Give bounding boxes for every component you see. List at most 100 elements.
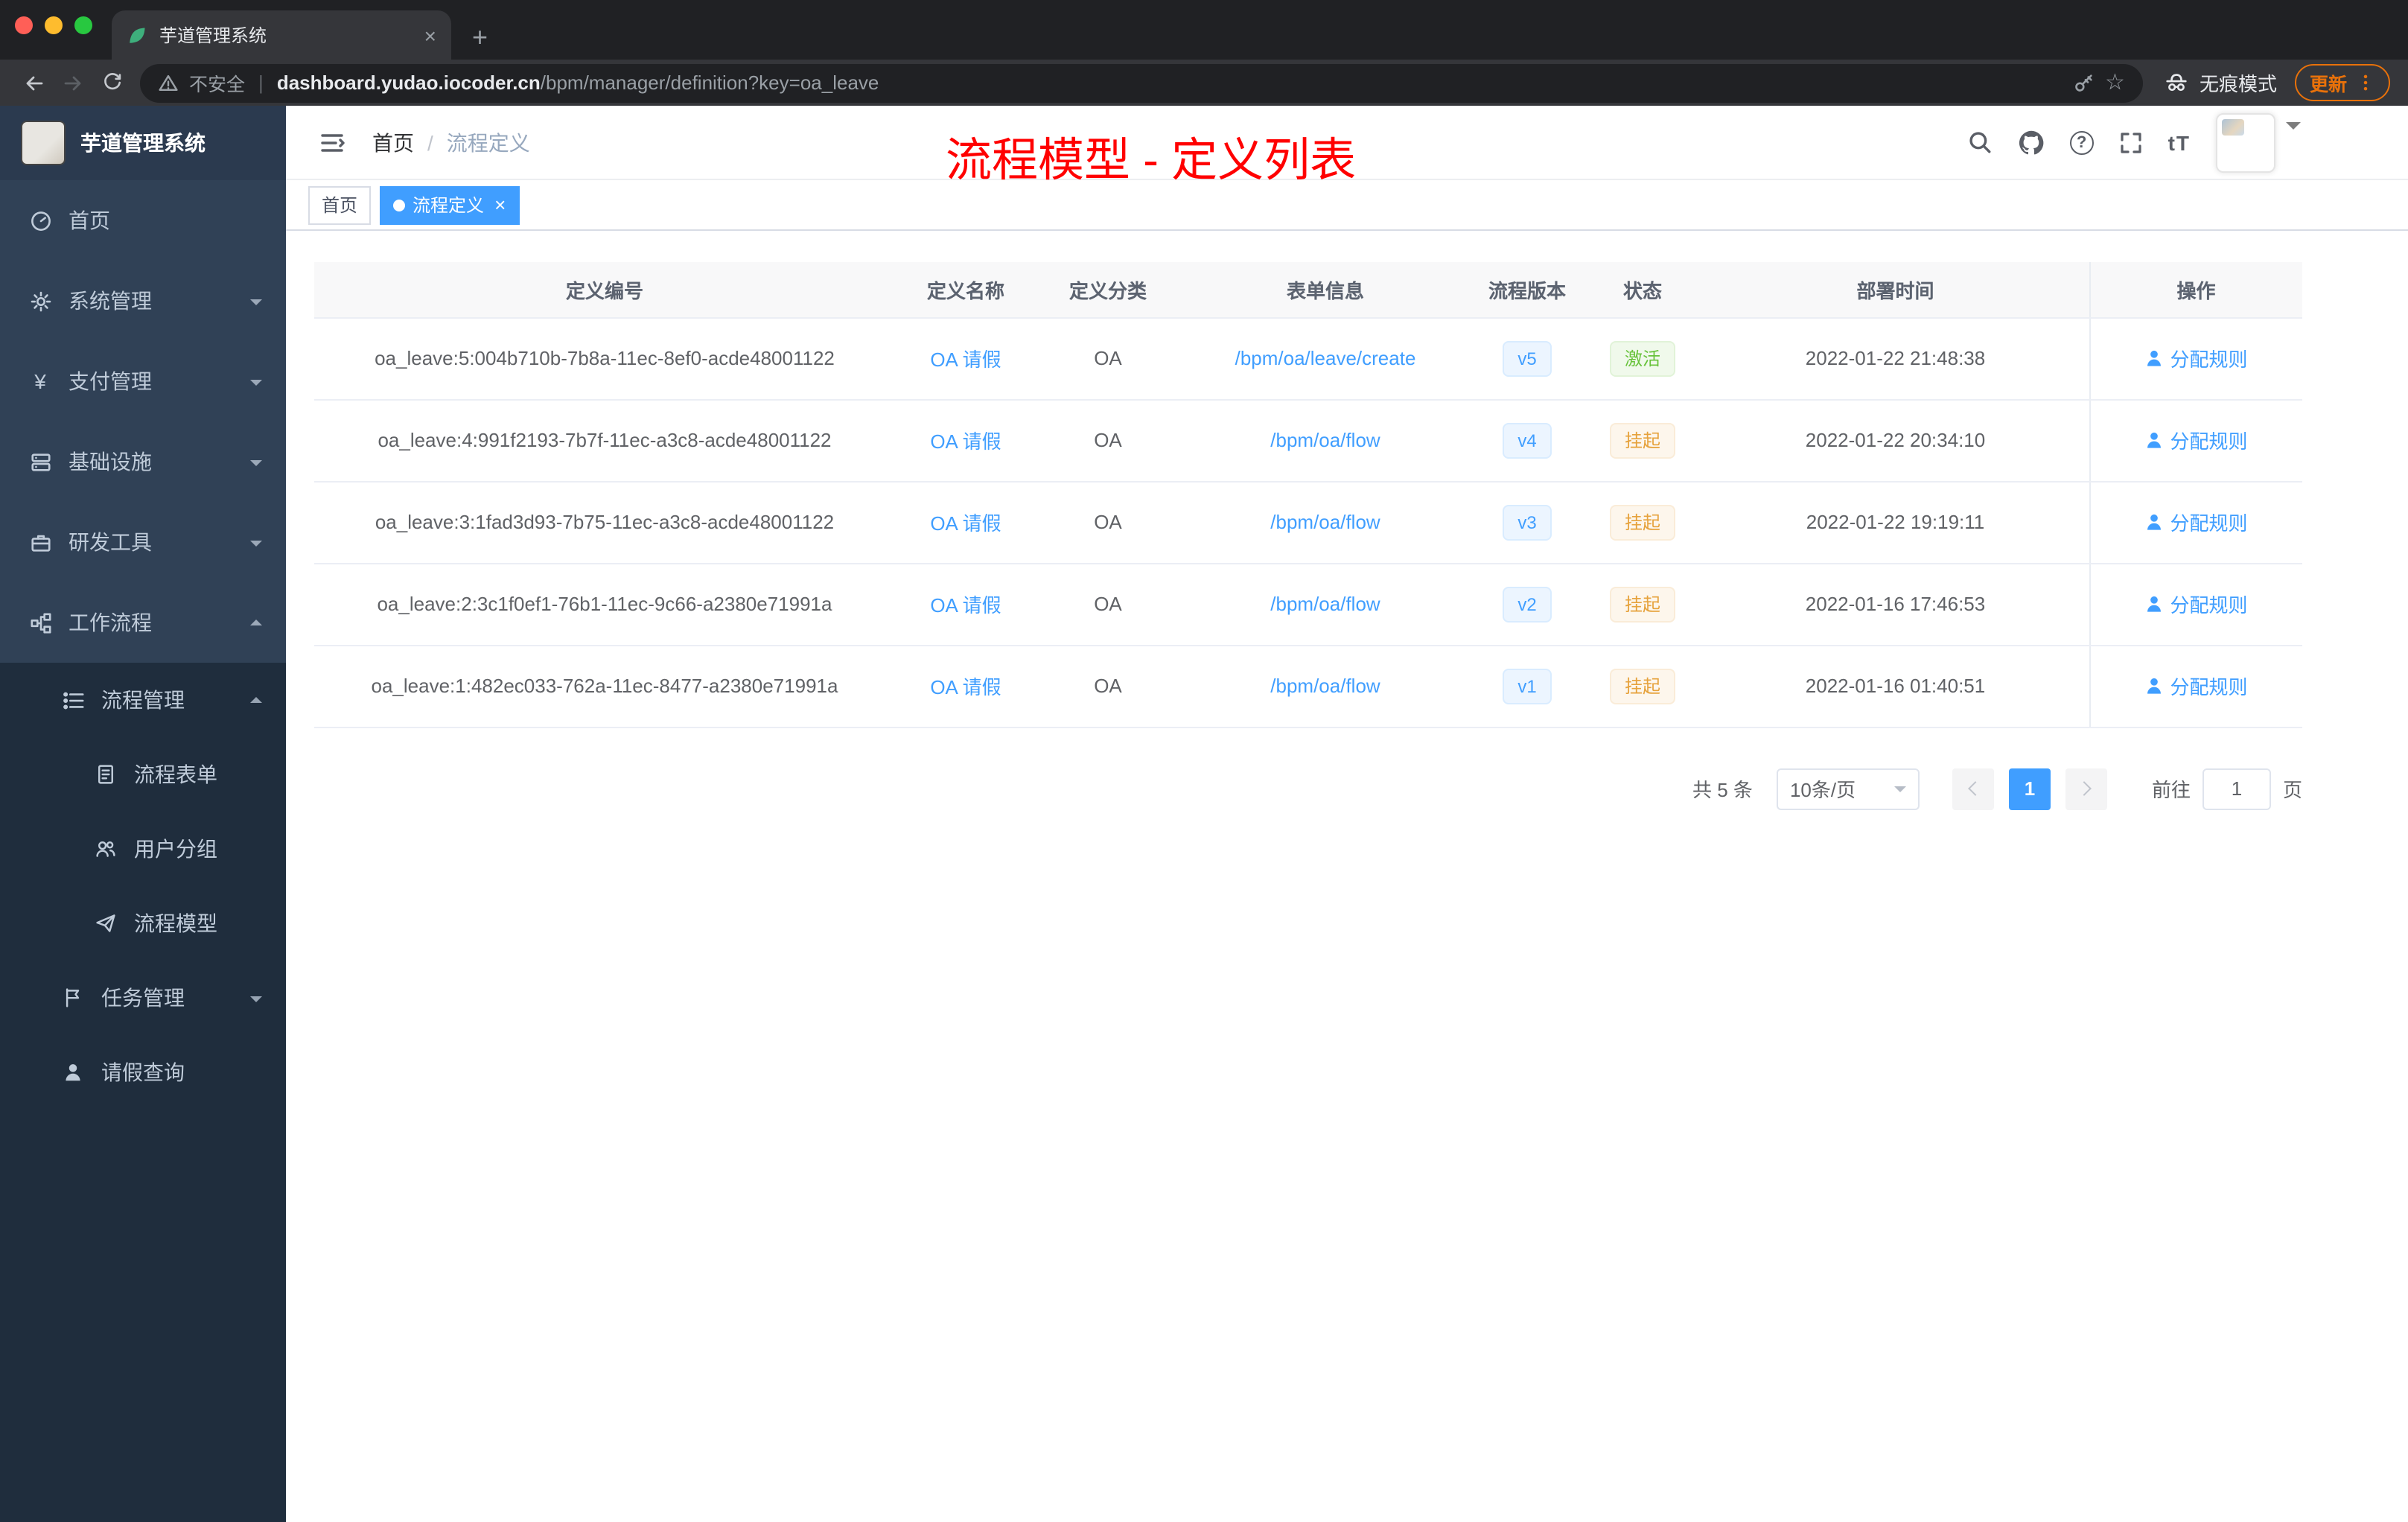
- cell-deploy-time: 2022-01-16 01:40:51: [1702, 645, 2089, 727]
- hamburger-icon[interactable]: [307, 129, 360, 156]
- password-key-icon[interactable]: [2072, 71, 2095, 94]
- assign-rule-link[interactable]: 分配规则: [2144, 672, 2248, 700]
- browser-toolbar: 不安全 | dashboard.yudao.iocoder.cn/bpm/man…: [0, 60, 2408, 106]
- cell-definition-id: oa_leave:5:004b710b-7b8a-11ec-8ef0-acde4…: [314, 317, 895, 400]
- window-minimize-button[interactable]: [45, 16, 63, 34]
- cell-deploy-time: 2022-01-22 19:19:11: [1702, 481, 2089, 564]
- sidebar-item-process-form[interactable]: 流程表单: [0, 737, 286, 812]
- github-icon[interactable]: [2018, 129, 2045, 156]
- column-header: 定义分类: [1036, 262, 1179, 318]
- definition-name-link[interactable]: OA 请假: [930, 348, 1001, 371]
- app-navbar: 首页 / 流程定义 ? tT: [286, 106, 2408, 180]
- sidebar-item-task-management[interactable]: 任务管理: [0, 961, 286, 1035]
- sidebar-item-payment[interactable]: ¥ 支付管理: [0, 341, 286, 421]
- window-close-button[interactable]: [15, 16, 33, 34]
- sidebar-item-label: 研发工具: [69, 530, 152, 554]
- tag-process-definition[interactable]: 流程定义 ×: [380, 185, 520, 224]
- goto-page-input[interactable]: [2202, 768, 2271, 809]
- update-button[interactable]: 更新: [2294, 64, 2390, 101]
- url-separator: |: [258, 71, 264, 94]
- table-row: oa_leave:1:482ec033-762a-11ec-8477-a2380…: [314, 645, 2302, 727]
- browser-tab[interactable]: 芋道管理系统 ×: [112, 10, 451, 60]
- chevron-down-icon: [250, 996, 262, 1007]
- back-button[interactable]: [15, 63, 54, 102]
- tag-label: 流程定义: [413, 195, 485, 216]
- user-avatar[interactable]: [2216, 112, 2275, 172]
- sidebar-item-process-management[interactable]: 流程管理: [0, 663, 286, 737]
- table-header-row: 定义编号 定义名称 定义分类 表单信息 流程版本 状态 部署时间 操作: [314, 262, 2302, 318]
- select-caret-icon: [1893, 786, 1906, 797]
- forward-button[interactable]: [54, 63, 92, 102]
- user-menu[interactable]: [2216, 112, 2301, 172]
- page-size-value: 10条/页: [1789, 779, 1856, 801]
- security-label: 不安全: [189, 74, 246, 95]
- assign-rule-link[interactable]: 分配规则: [2144, 590, 2248, 618]
- tab-strip: 芋道管理系统 × +: [0, 0, 2408, 60]
- fullscreen-icon[interactable]: [2119, 130, 2143, 154]
- definition-name-link[interactable]: OA 请假: [930, 512, 1001, 535]
- form-link[interactable]: /bpm/oa/flow: [1270, 675, 1380, 697]
- form-link[interactable]: /bpm/oa/flow: [1270, 429, 1380, 451]
- sidebar-item-label: 流程表单: [134, 762, 217, 786]
- incognito-icon: [2164, 70, 2189, 95]
- definition-name-link[interactable]: OA 请假: [930, 430, 1001, 453]
- user-icon: [2147, 350, 2162, 366]
- sidebar-item-user-group[interactable]: 用户分组: [0, 812, 286, 886]
- form-link[interactable]: /bpm/oa/flow: [1270, 511, 1380, 533]
- tag-home[interactable]: 首页: [308, 185, 372, 224]
- search-icon[interactable]: [1967, 130, 1993, 155]
- form-link[interactable]: /bpm/oa/leave/create: [1235, 347, 1416, 369]
- tab-close-icon[interactable]: ×: [424, 25, 436, 45]
- version-badge: v3: [1503, 504, 1552, 540]
- paper-plane-icon: [94, 913, 118, 934]
- sidebar-item-label: 系统管理: [69, 289, 152, 313]
- user-icon: [2147, 514, 2162, 530]
- table-row: oa_leave:4:991f2193-7b7f-11ec-a3c8-acde4…: [314, 399, 2302, 482]
- tag-close-icon[interactable]: ×: [494, 195, 506, 214]
- update-label: 更新: [2309, 74, 2347, 95]
- breadcrumb-home[interactable]: 首页: [372, 127, 414, 157]
- help-icon[interactable]: ?: [2069, 130, 2094, 154]
- chevron-down-icon: [250, 379, 262, 391]
- assign-rule-link[interactable]: 分配规则: [2144, 426, 2248, 454]
- new-tab-button[interactable]: +: [472, 24, 488, 51]
- status-badge: 挂起: [1609, 422, 1675, 458]
- definition-name-link[interactable]: OA 请假: [930, 594, 1001, 617]
- page-content: 定义编号 定义名称 定义分类 表单信息 流程版本 状态 部署时间 操作 oa_l: [286, 231, 2408, 1522]
- menu-dots-icon: [2356, 73, 2375, 92]
- sidebar-logo[interactable]: 芋道管理系统: [0, 106, 286, 180]
- sidebar-item-home[interactable]: 首页: [0, 180, 286, 261]
- assign-rule-link[interactable]: 分配规则: [2144, 344, 2248, 372]
- bookmark-star-icon[interactable]: ☆: [2105, 71, 2125, 94]
- assign-rule-link[interactable]: 分配规则: [2144, 508, 2248, 536]
- font-size-icon[interactable]: tT: [2168, 130, 2191, 154]
- sidebar-item-process-model[interactable]: 流程模型: [0, 886, 286, 961]
- cell-definition-id: oa_leave:4:991f2193-7b7f-11ec-a3c8-acde4…: [314, 399, 895, 482]
- sidebar-item-label: 流程管理: [101, 688, 185, 712]
- sidebar-item-label: 用户分组: [134, 837, 217, 861]
- address-bar[interactable]: 不安全 | dashboard.yudao.iocoder.cn/bpm/man…: [140, 63, 2143, 102]
- page-size-select[interactable]: 10条/页: [1776, 768, 1920, 809]
- prev-page-button[interactable]: [1952, 768, 1994, 809]
- tag-label: 首页: [322, 195, 358, 216]
- table-row: oa_leave:3:1fad3d93-7b75-11ec-a3c8-acde4…: [314, 481, 2302, 564]
- tags-view: 首页 流程定义 ×: [286, 180, 2408, 231]
- user-icon: [2147, 678, 2162, 694]
- sidebar-item-workflow[interactable]: 工作流程: [0, 582, 286, 663]
- sidebar-item-label: 任务管理: [101, 986, 185, 1010]
- next-page-button[interactable]: [2065, 768, 2107, 809]
- definition-name-link[interactable]: OA 请假: [930, 676, 1001, 698]
- sidebar-item-dev-tools[interactable]: 研发工具: [0, 502, 286, 582]
- dashboard-icon: [28, 209, 52, 232]
- current-page-button[interactable]: 1: [2008, 768, 2051, 809]
- sidebar-item-infrastructure[interactable]: 基础设施: [0, 421, 286, 502]
- reload-button[interactable]: [92, 63, 131, 102]
- incognito-label: 无痕模式: [2199, 73, 2277, 95]
- sidebar-item-leave-query[interactable]: 请假查询: [0, 1035, 286, 1109]
- window-zoom-button[interactable]: [74, 16, 92, 34]
- goto-unit-label: 页: [2282, 779, 2302, 801]
- form-link[interactable]: /bpm/oa/flow: [1270, 593, 1380, 615]
- sidebar-item-label: 首页: [69, 208, 110, 232]
- column-header: 定义编号: [314, 262, 895, 318]
- sidebar-item-system[interactable]: 系统管理: [0, 261, 286, 341]
